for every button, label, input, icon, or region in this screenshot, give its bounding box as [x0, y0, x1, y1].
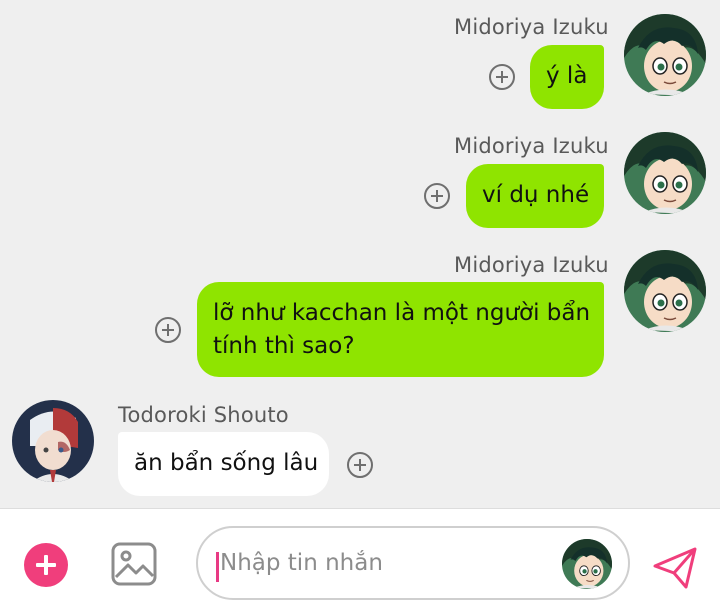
message-bubble[interactable]: ý là: [530, 45, 604, 109]
text-caret: [216, 552, 219, 582]
message-text: ăn bẩn sống lâu: [134, 450, 319, 476]
message-bubble[interactable]: ví dụ nhé: [466, 164, 604, 228]
composer-bar: [0, 508, 720, 614]
message-bubble[interactable]: ăn bẩn sống lâu: [118, 432, 329, 496]
plus-circle-icon[interactable]: [24, 543, 68, 587]
deku-avatar[interactable]: [624, 14, 706, 96]
sender-name: Midoriya Izuku: [454, 253, 609, 277]
message-text: ví dụ nhé: [482, 182, 590, 208]
message-input[interactable]: [220, 540, 550, 586]
sender-name: Todoroki Shouto: [118, 403, 289, 427]
image-icon[interactable]: [110, 541, 158, 587]
message-text-line: tính thì sao?: [213, 333, 355, 359]
paper-plane-icon[interactable]: [652, 545, 698, 591]
add-reaction-icon[interactable]: [347, 452, 373, 478]
message-text: ý là: [546, 63, 588, 89]
sticker-avatar-icon[interactable]: [562, 539, 612, 589]
sender-name: Midoriya Izuku: [454, 134, 609, 158]
add-reaction-icon[interactable]: [155, 317, 181, 343]
add-reaction-icon[interactable]: [424, 183, 450, 209]
add-reaction-icon[interactable]: [489, 64, 515, 90]
message-text-line: lỡ như kacchan là một người bẩn: [213, 300, 591, 326]
message-bubble[interactable]: lỡ như kacchan là một người bẩn tính thì…: [197, 282, 604, 377]
message-input-wrapper[interactable]: [196, 526, 630, 600]
deku-avatar[interactable]: [624, 250, 706, 332]
deku-avatar[interactable]: [624, 132, 706, 214]
todoroki-avatar[interactable]: [12, 400, 94, 482]
chat-area: Midoriya Izuku ý là Midoriya Izuku ví dụ…: [0, 0, 720, 508]
sender-name: Midoriya Izuku: [454, 15, 609, 39]
